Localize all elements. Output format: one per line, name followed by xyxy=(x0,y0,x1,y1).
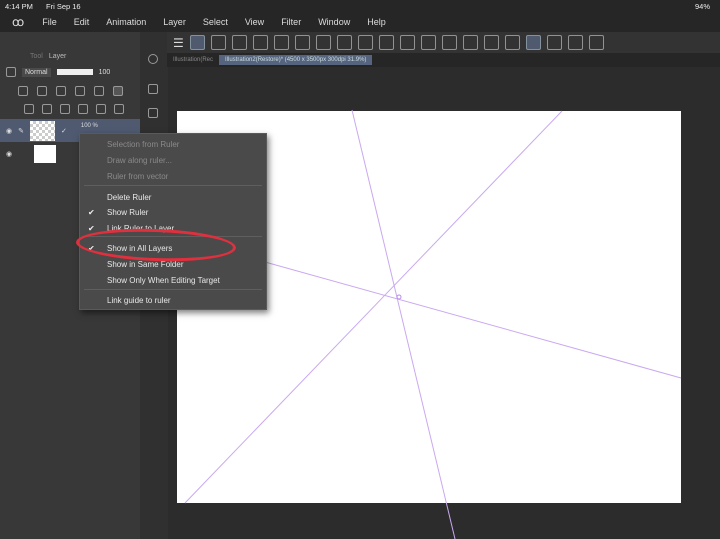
clip-icon[interactable] xyxy=(75,86,85,96)
lock-transparency-icon[interactable] xyxy=(18,86,28,96)
tool-button[interactable] xyxy=(190,35,205,50)
menu-view[interactable]: View xyxy=(245,17,264,27)
toolbar: ☰ xyxy=(167,32,720,53)
tool-button[interactable] xyxy=(589,35,604,50)
menu-item-show-ruler[interactable]: Show Ruler xyxy=(107,208,148,217)
menu-window[interactable]: Window xyxy=(318,17,350,27)
tool-button[interactable] xyxy=(379,35,394,50)
ruler-tool-icon[interactable] xyxy=(148,84,158,94)
pen-icon: ✎ xyxy=(18,127,24,135)
app-logo-icon[interactable]: ꝏ xyxy=(12,15,24,29)
menu-file[interactable]: File xyxy=(42,17,57,27)
delete-layer-icon[interactable] xyxy=(114,104,124,114)
menu-icon[interactable]: ☰ xyxy=(173,36,184,50)
check-icon: ✓ xyxy=(61,127,67,135)
tool-button[interactable] xyxy=(211,35,226,50)
tab-layer[interactable]: Layer xyxy=(49,53,67,60)
layer-color-icon[interactable] xyxy=(6,67,16,77)
save-icon[interactable] xyxy=(295,35,310,50)
menu-item-selection-from-ruler: Selection from Ruler xyxy=(107,140,179,149)
menu-item-ruler-from-vector: Ruler from vector xyxy=(107,172,168,181)
crop-icon[interactable] xyxy=(421,35,436,50)
eye-icon[interactable]: ◉ xyxy=(6,150,12,158)
undo-icon[interactable] xyxy=(316,35,331,50)
menu-item-delete-ruler[interactable]: Delete Ruler xyxy=(107,193,151,202)
check-icon: ✔ xyxy=(88,208,95,217)
duplicate-icon[interactable] xyxy=(78,104,88,114)
menu-separator xyxy=(84,289,262,290)
menu-item-show-in-same-folder[interactable]: Show in Same Folder xyxy=(107,260,183,269)
battery-level: 94% xyxy=(695,2,710,11)
tab-tool[interactable]: Tool xyxy=(30,53,43,60)
eye-icon[interactable]: ◉ xyxy=(6,127,12,135)
snap-ruler-icon[interactable] xyxy=(526,35,541,50)
mask-icon[interactable] xyxy=(94,86,104,96)
add-mask-icon[interactable] xyxy=(96,104,106,114)
tool-button[interactable] xyxy=(505,35,520,50)
menu-filter[interactable]: Filter xyxy=(281,17,301,27)
tool-button[interactable] xyxy=(484,35,499,50)
merge-icon[interactable] xyxy=(60,104,70,114)
device-icon[interactable] xyxy=(568,35,583,50)
tool-button[interactable] xyxy=(232,35,247,50)
redo-icon[interactable] xyxy=(337,35,352,50)
menu-layer[interactable]: Layer xyxy=(163,17,186,27)
ruler-context-menu: Selection from Ruler Draw along ruler...… xyxy=(79,133,267,310)
status-bar: 4:14 PM Fri Sep 16 94% xyxy=(0,0,720,12)
menu-edit[interactable]: Edit xyxy=(74,17,90,27)
blend-mode-select[interactable]: Normal xyxy=(22,68,51,77)
opacity-value[interactable]: 100 xyxy=(99,69,111,76)
menu-separator xyxy=(84,185,262,186)
menu-bar: ꝏ File Edit Animation Layer Select View … xyxy=(0,12,720,32)
menu-select[interactable]: Select xyxy=(203,17,228,27)
status-time: 4:14 PM xyxy=(5,2,33,11)
tool-button[interactable] xyxy=(442,35,457,50)
ruler-tool-icon-2[interactable] xyxy=(148,108,158,118)
ruler-icon[interactable] xyxy=(113,86,123,96)
menu-animation[interactable]: Animation xyxy=(106,17,146,27)
document-tabs: Illustration(Rec Illustration2(Restore)*… xyxy=(167,53,720,67)
tool-button[interactable] xyxy=(547,35,562,50)
open-folder-icon[interactable] xyxy=(274,35,289,50)
tool-button[interactable] xyxy=(358,35,373,50)
layer-thumbnail xyxy=(34,145,56,163)
tab-illustration2[interactable]: Illustration2(Restore)* (4500 x 3500px 3… xyxy=(219,55,372,65)
tab-illustration[interactable]: Illustration(Rec xyxy=(167,55,219,65)
lock-icon[interactable] xyxy=(56,86,66,96)
fill-icon[interactable] xyxy=(400,35,415,50)
new-folder-icon[interactable] xyxy=(42,104,52,114)
opacity-slider[interactable] xyxy=(57,69,93,75)
new-file-icon[interactable] xyxy=(253,35,268,50)
new-layer-icon[interactable] xyxy=(24,104,34,114)
layer-opacity: 100 % xyxy=(81,123,98,129)
menu-item-link-guide-to-ruler[interactable]: Link guide to ruler xyxy=(107,296,171,305)
menu-item-show-only-when-editing-target[interactable]: Show Only When Editing Target xyxy=(107,276,220,285)
status-date: Fri Sep 16 xyxy=(46,2,81,11)
reference-layer-icon[interactable] xyxy=(37,86,47,96)
menu-item-draw-along-ruler: Draw along ruler... xyxy=(107,156,172,165)
tool-button[interactable] xyxy=(463,35,478,50)
zoom-icon[interactable] xyxy=(148,54,158,64)
menu-help[interactable]: Help xyxy=(367,17,386,27)
layer-thumbnail xyxy=(30,121,55,141)
